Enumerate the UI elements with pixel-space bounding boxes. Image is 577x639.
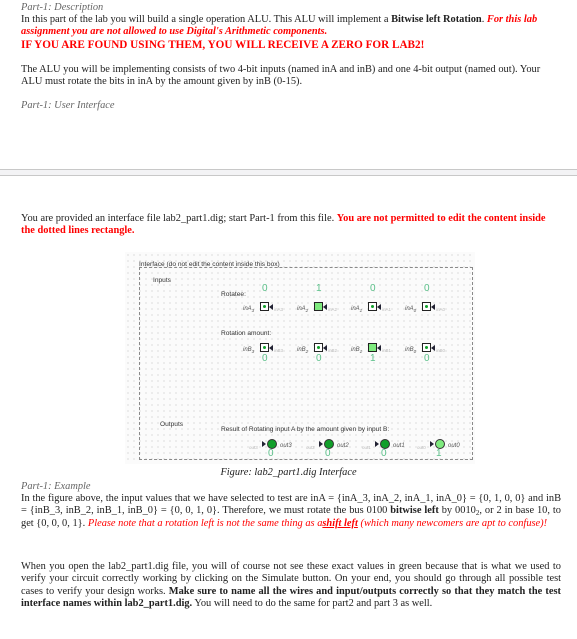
rotation-amount-label: Rotation amount: xyxy=(221,330,272,337)
output-label: out3 xyxy=(280,443,292,449)
output-label: out0 xyxy=(448,443,460,449)
circuit-figure: Interface (do not edit the content insid… xyxy=(125,252,475,464)
inA-label: inA0 xyxy=(405,306,417,313)
inputs-label: Inputs xyxy=(153,277,171,284)
rotatee-label: Rotatee: xyxy=(221,291,246,298)
description-paragraph: In this part of the lab you will build a… xyxy=(21,14,561,39)
output-value: 0 xyxy=(381,448,387,459)
wire-tunnel-label: inA1 xyxy=(382,307,392,312)
inA-switch[interactable] xyxy=(422,302,431,311)
description-heading: Part-1: Description xyxy=(21,2,104,13)
pin-arrow-icon xyxy=(323,344,327,351)
divider-bottom xyxy=(0,175,577,176)
inA-label: inA1 xyxy=(351,306,363,313)
inB-label: inB2 xyxy=(297,347,309,354)
user-interface-heading: Part-1: User Interface xyxy=(21,100,115,111)
wire-tunnel-label: inA0 xyxy=(436,307,446,312)
pin-arrow-icon xyxy=(430,441,434,447)
inA-value: 0 xyxy=(262,283,268,294)
output-value: 1 xyxy=(436,448,442,459)
inA-label: inA3 xyxy=(243,306,255,313)
pin-arrow-icon xyxy=(431,344,435,351)
wire-tunnel-label: out1 xyxy=(362,445,371,450)
inB-switch[interactable] xyxy=(368,343,377,352)
switch-state-dot xyxy=(424,345,428,349)
example-bold: bitwise left xyxy=(390,505,439,517)
output-label: out1 xyxy=(393,443,405,449)
inB-value: 1 xyxy=(370,353,376,364)
inB-label: inB0 xyxy=(405,347,417,354)
pin-arrow-icon xyxy=(262,441,266,447)
switch-state-dot xyxy=(262,304,266,308)
switch-state-dot xyxy=(424,304,428,308)
provided-file-paragraph: You are provided an interface file lab2_… xyxy=(21,213,561,238)
wire-tunnel-label: inB0 xyxy=(436,348,446,353)
wire-tunnel-label: inB3 xyxy=(274,348,284,353)
divider-top xyxy=(0,169,577,170)
alu-spec-paragraph: The ALU you will be implementing consist… xyxy=(21,64,541,88)
wire-tunnel-label: out2 xyxy=(306,445,315,450)
intro-bold: Bitwise left Rotation xyxy=(391,14,482,25)
shift-left-link[interactable]: shift left xyxy=(322,518,358,529)
inA-value: 1 xyxy=(316,283,322,294)
output-label: out2 xyxy=(337,443,349,449)
inA-switch[interactable] xyxy=(368,302,377,311)
pin-arrow-icon xyxy=(431,303,435,310)
inB-switch[interactable] xyxy=(260,343,269,352)
zero-warning: IF YOU ARE FOUND USING THEM, YOU WILL RE… xyxy=(21,39,425,51)
pin-arrow-icon xyxy=(377,344,381,351)
result-label: Result of Rotating input A by the amount… xyxy=(221,426,390,433)
inB-label: inB1 xyxy=(351,347,363,354)
switch-state-dot xyxy=(370,304,374,308)
wire-tunnel-label: out0 xyxy=(417,445,426,450)
example-paragraph: In the figure above, the input values th… xyxy=(21,493,561,530)
figure-caption: Figure: lab2_part1.dig Interface xyxy=(220,467,357,478)
output-value: 0 xyxy=(268,448,274,459)
inA-label: inA2 xyxy=(297,306,309,313)
switch-state-dot xyxy=(316,345,320,349)
wire-tunnel-label: out3 xyxy=(249,445,258,450)
inB-value: 0 xyxy=(316,353,322,364)
intro-text: In this part of the lab you will build a… xyxy=(21,14,392,25)
example-text-b: by 0010 xyxy=(438,505,476,517)
inA-switch[interactable] xyxy=(314,302,323,311)
inB-label: inB3 xyxy=(243,347,255,354)
pin-arrow-icon xyxy=(375,441,379,447)
output-value: 0 xyxy=(325,448,331,459)
closing-text-end: You will need to do the same for part2 a… xyxy=(192,598,433,610)
provided-text: You are provided an interface file lab2_… xyxy=(21,213,337,224)
inB-value: 0 xyxy=(424,353,430,364)
pin-arrow-icon xyxy=(269,303,273,310)
inA-switch[interactable] xyxy=(260,302,269,311)
wire-tunnel-label: inB1 xyxy=(382,348,392,353)
inA-value: 0 xyxy=(370,283,376,294)
pin-arrow-icon xyxy=(377,303,381,310)
rotation-note: Please note that a rotation left is not … xyxy=(87,517,323,529)
wire-tunnel-label: inA2 xyxy=(328,307,338,312)
pin-arrow-icon xyxy=(319,441,323,447)
inB-switch[interactable] xyxy=(314,343,323,352)
example-heading: Part-1: Example xyxy=(21,481,91,492)
outputs-label: Outputs xyxy=(160,421,184,428)
closing-paragraph: When you open the lab2_part1.dig file, y… xyxy=(21,561,561,611)
pin-arrow-icon xyxy=(323,303,327,310)
inB-value: 0 xyxy=(262,353,268,364)
wire-tunnel-label: inA3 xyxy=(274,307,284,312)
switch-state-dot xyxy=(262,345,266,349)
inB-switch[interactable] xyxy=(422,343,431,352)
wire-tunnel-label: inB2 xyxy=(328,348,338,353)
rotation-note-end: (which many newcomers are apt to confuse… xyxy=(357,517,548,529)
inA-value: 0 xyxy=(424,283,430,294)
pin-arrow-icon xyxy=(269,344,273,351)
